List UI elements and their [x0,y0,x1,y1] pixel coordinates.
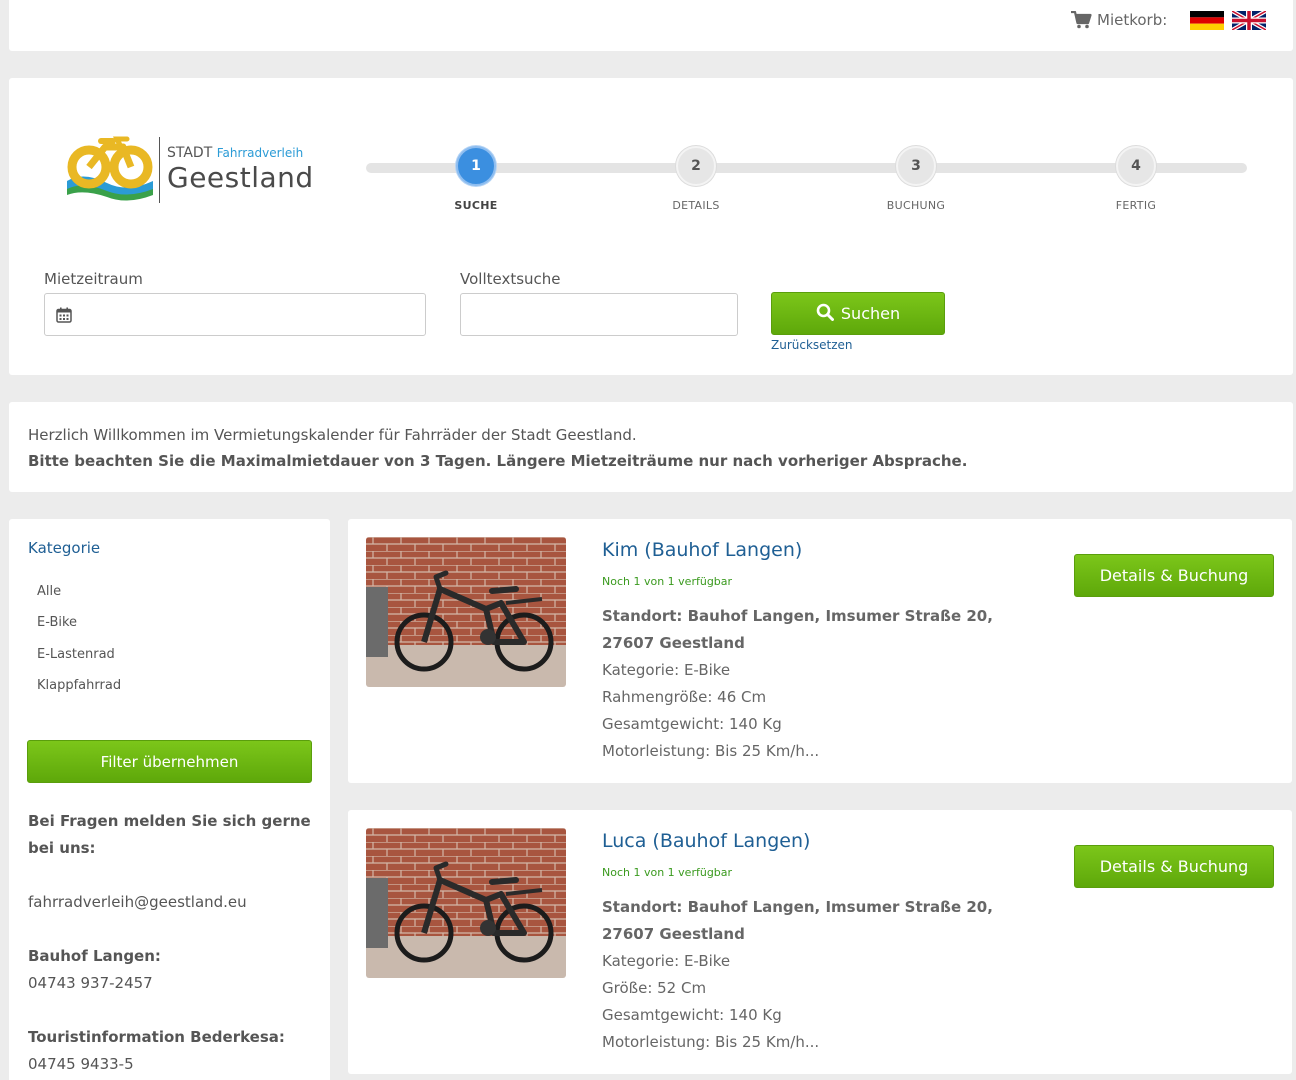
reset-link[interactable]: Zurücksetzen [771,338,853,352]
product-location: Standort: Bauhof Langen, Imsumer Straße … [602,898,993,943]
welcome-text: Herzlich Willkommen im Vermietungskalend… [28,426,637,444]
product-description: Standort: Bauhof Langen, Imsumer Straße … [602,603,1032,765]
search-button[interactable]: Suchen [771,292,945,335]
period-input[interactable] [44,293,426,336]
category-item-e-bike[interactable]: E-Bike [37,615,77,630]
product-card: Luca (Bauhof Langen) Noch 1 von 1 verfüg… [348,810,1292,1074]
german-flag-icon[interactable] [1190,11,1224,30]
logo-prefix: STADT Fahrradverleih [167,145,304,161]
fulltext-label: Volltextsuche [460,270,561,288]
product-detail-motor: Motorleistung: Bis 25 Km/h... [602,1033,820,1051]
search-icon [816,303,834,325]
cart-link[interactable]: Mietkorb: [1071,9,1167,31]
details-booking-button[interactable]: Details & Buchung [1074,554,1274,597]
product-detail-size: Rahmengröße: 46 Cm [602,688,767,706]
shopping-cart-icon [1071,11,1092,29]
fulltext-input[interactable] [460,293,738,336]
product-detail-category: Kategorie: E-Bike [602,952,731,970]
contact-bauhof-title: Bauhof Langen: [28,947,161,965]
step-3-label: BUCHUNG [886,199,946,212]
contact-email[interactable]: fahrradverleih@geestland.eu [28,893,247,911]
welcome-card: Herzlich Willkommen im Vermietungskalend… [9,402,1293,492]
step-2-circle: 2 [676,146,716,186]
uk-flag-icon[interactable] [1231,9,1267,32]
product-description: Standort: Bauhof Langen, Imsumer Straße … [602,894,1032,1056]
product-detail-size: Größe: 52 Cm [602,979,707,997]
top-bar: Mietkorb: [9,0,1293,51]
progress-track [366,163,1247,173]
step-4-circle: 4 [1116,146,1156,186]
search-button-label: Suchen [840,304,901,323]
contact-bauhof-phone[interactable]: 04743 937-2457 [28,974,153,992]
sidebar: Kategorie Alle E-Bike E-Lastenrad Klappf… [9,519,330,1080]
availability-text: Noch 1 von 1 verfügbar [602,575,733,588]
product-location: Standort: Bauhof Langen, Imsumer Straße … [602,607,993,652]
questions-heading-line1: Bei Fragen melden Sie sich gerne [28,812,311,830]
product-image[interactable] [366,828,566,978]
logo-suffix: Fahrradverleih [216,146,304,160]
logo-name: Geestland [167,161,314,194]
step-3-circle: 3 [896,146,936,186]
product-detail-category: Kategorie: E-Bike [602,661,731,679]
calendar-icon [56,307,72,327]
product-image[interactable] [366,537,566,687]
category-title: Kategorie [28,539,101,557]
step-1-circle: 1 [456,146,496,186]
cart-label: Mietkorb: [1097,11,1168,29]
step-4-label: FERTIG [1115,199,1157,212]
details-booking-button[interactable]: Details & Buchung [1074,845,1274,888]
questions-heading-line2: bei uns: [28,839,96,857]
rental-notice: Bitte beachten Sie die Maximalmietdauer … [28,452,968,470]
product-detail-weight: Gesamtgewicht: 140 Kg [602,1006,782,1024]
product-card: Kim (Bauhof Langen) Noch 1 von 1 verfügb… [348,519,1292,783]
contact-touristinfo-phone[interactable]: 04745 9433-5 [28,1055,134,1073]
step-2-label: DETAILS [672,199,720,212]
product-detail-weight: Gesamtgewicht: 140 Kg [602,715,782,733]
category-item-e-lastenrad[interactable]: E-Lastenrad [37,647,115,662]
product-detail-motor: Motorleistung: Bis 25 Km/h... [602,742,820,760]
step-1-label: SUCHE [454,199,498,212]
availability-text: Noch 1 von 1 verfügbar [602,866,733,879]
category-item-klappfahrrad[interactable]: Klappfahrrad [37,678,121,693]
period-label: Mietzeitraum [44,270,143,288]
product-title[interactable]: Kim (Bauhof Langen) [602,539,802,561]
contact-touristinfo-title: Touristinformation Bederkesa: [28,1028,285,1046]
category-item-alle[interactable]: Alle [37,584,61,599]
search-card: STADT Fahrradverleih Geestland 1 2 3 4 S… [9,78,1293,375]
apply-filter-button[interactable]: Filter übernehmen [27,740,312,783]
logo-separator [159,137,160,203]
product-title[interactable]: Luca (Bauhof Langen) [602,830,810,852]
logo[interactable]: STADT Fahrradverleih Geestland [61,133,319,207]
